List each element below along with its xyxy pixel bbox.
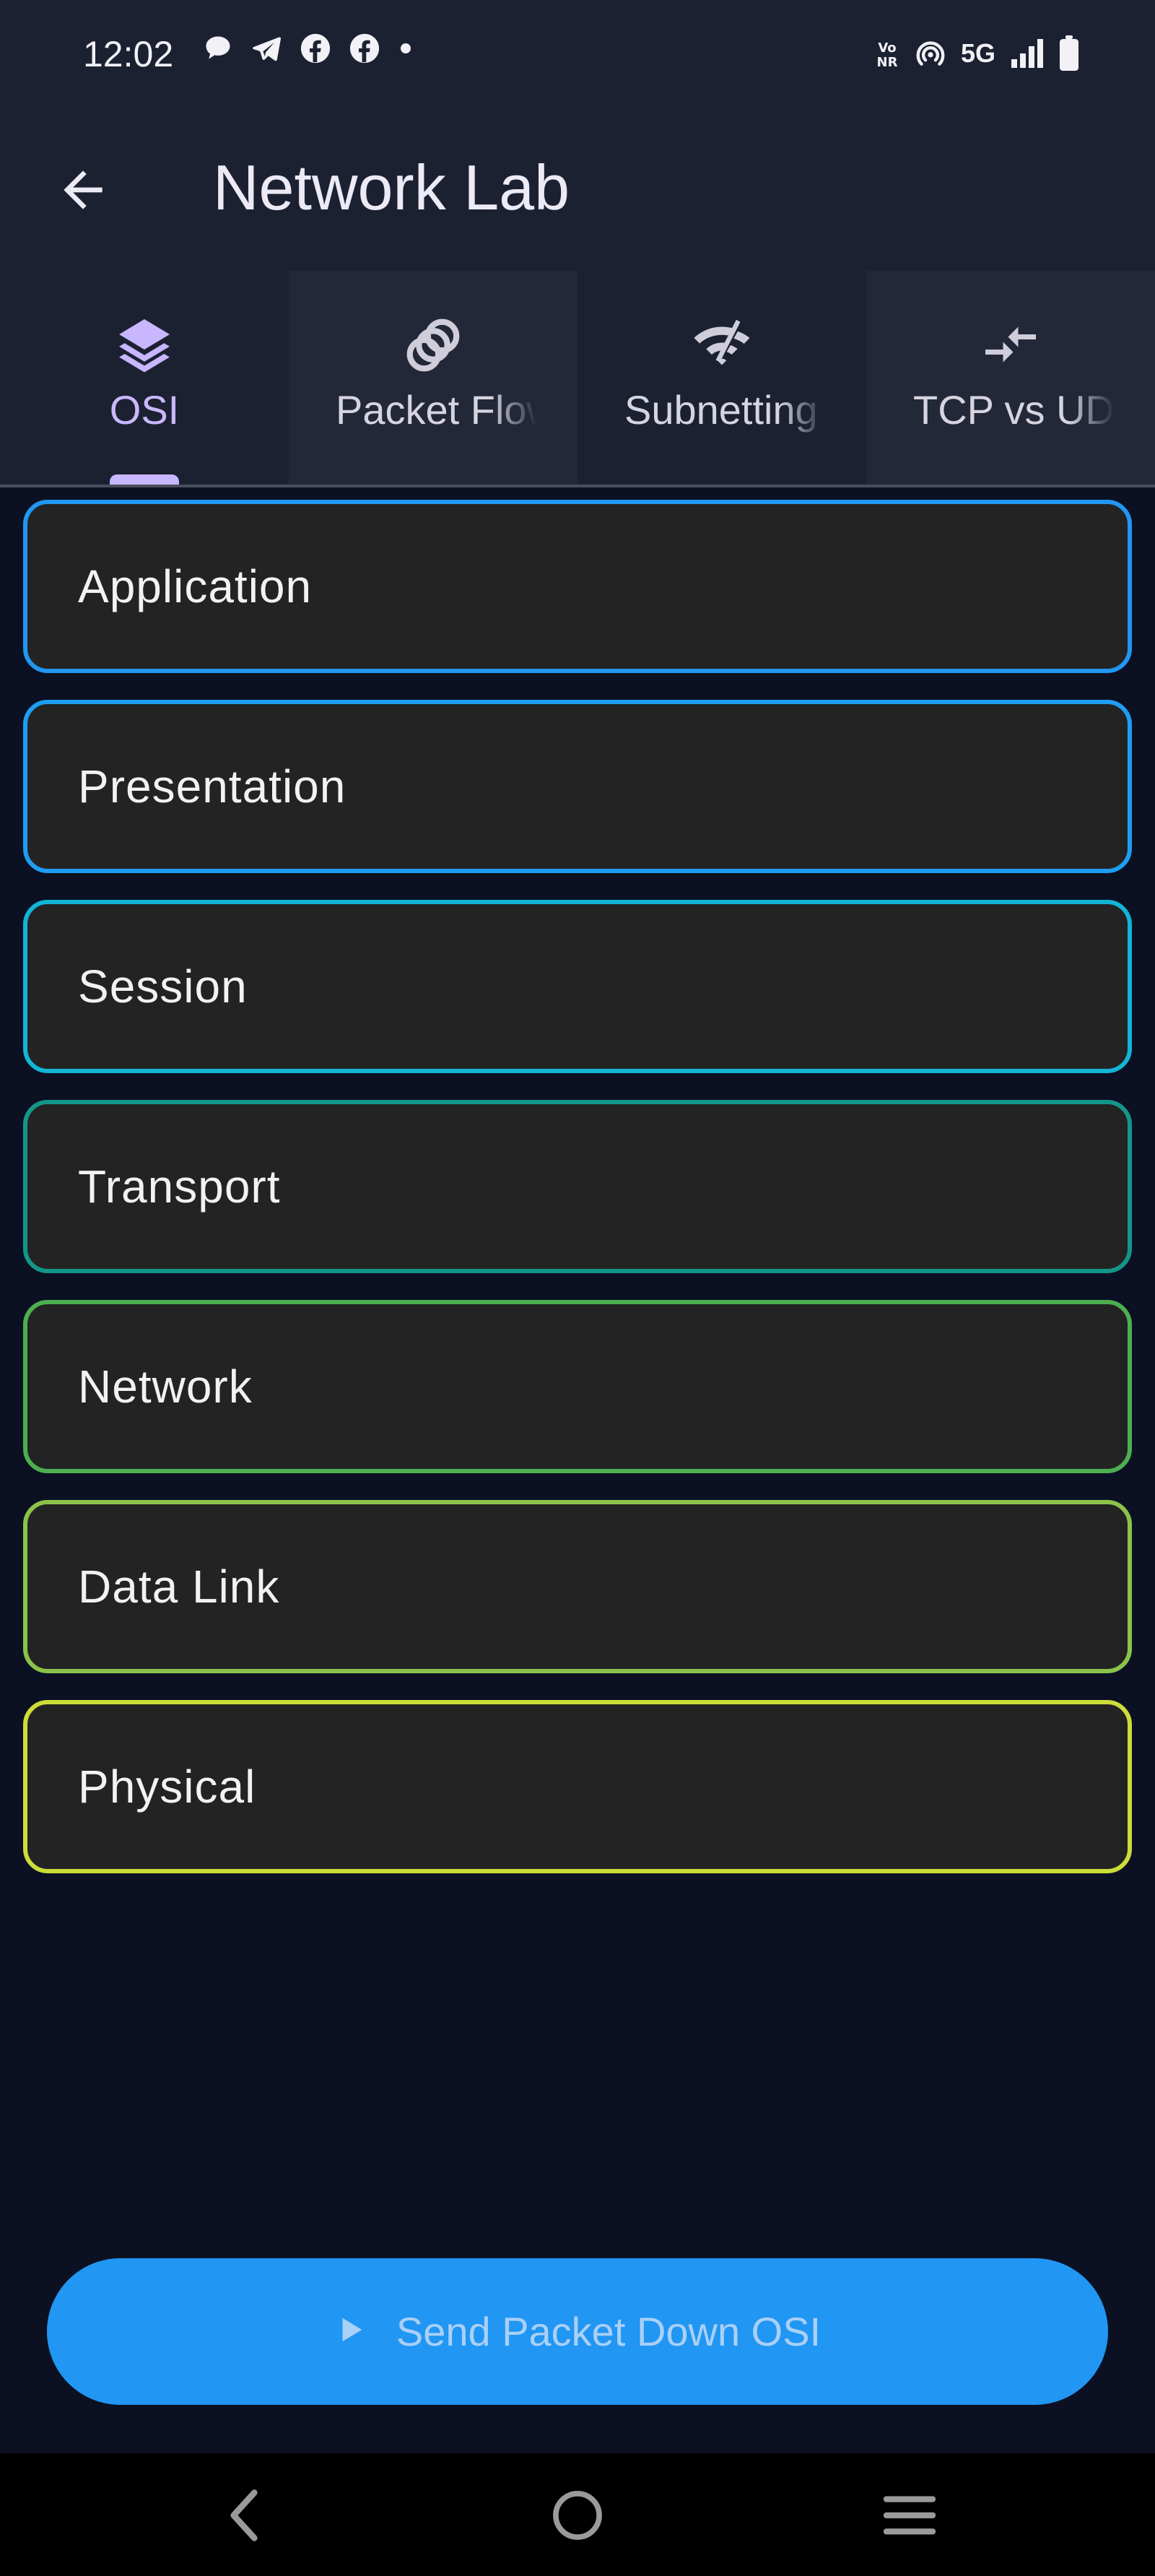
vonr-icon: Vo NR [874,38,900,69]
wifi-off-icon [578,314,866,375]
page-title: Network Lab [213,152,570,223]
status-bar: 12:02 Vo NR 5G [0,0,1155,108]
tab-bar: OSI Packet Flow Subnetting TCP vs UDP [0,271,1155,487]
tab-label: Subnetting [624,387,818,433]
layer-name: Session [78,960,248,1012]
nav-back-button[interactable] [201,2473,287,2560]
layer-name: Transport [78,1161,281,1213]
nav-menu-icon [881,2492,938,2542]
rings-icon [289,314,578,376]
tab-label: TCP vs UDP [913,387,1142,433]
network-type: 5G [960,38,995,68]
send-packet-button[interactable]: Send Packet Down OSI [47,2258,1108,2405]
dot-icon [397,40,414,57]
osi-layer-application[interactable]: Application [23,500,1132,673]
nav-home-button[interactable] [534,2473,621,2560]
layer-name: Physical [78,1761,256,1813]
nav-back-icon [219,2486,269,2548]
layer-name: Data Link [78,1561,280,1613]
chat-bubble-icon [202,32,234,64]
tab-packet-flow[interactable]: Packet Flow [289,271,578,485]
osi-layer-presentation[interactable]: Presentation [23,700,1132,873]
tab-osi[interactable]: OSI [0,271,289,485]
tab-subnetting[interactable]: Subnetting [578,271,866,485]
svg-text:Vo: Vo [878,40,896,56]
app-bar: Network Lab [0,108,1155,271]
signal-icon [1010,38,1045,69]
layer-name: Presentation [78,760,346,812]
facebook-icon [348,32,381,65]
status-time: 12:02 [83,34,174,74]
layer-name: Network [78,1361,253,1413]
tab-label: Packet Flow [336,387,556,433]
notification-icons [202,32,414,65]
tab-label: OSI [109,387,180,433]
osi-layer-session[interactable]: Session [23,900,1132,1073]
battery-icon [1059,35,1079,71]
system-status-icons: Vo NR 5G [874,32,1079,75]
compare-arrows-icon [866,314,1155,375]
nav-menu-button[interactable] [866,2473,953,2560]
layers-icon [0,314,289,375]
nav-home-icon [550,2488,605,2546]
layer-name: Application [78,560,313,612]
osi-layer-physical[interactable]: Physical [23,1700,1132,1873]
osi-layer-network[interactable]: Network [23,1300,1132,1473]
osi-layer-transport[interactable]: Transport [23,1100,1132,1273]
send-packet-label: Send Packet Down OSI [396,2308,821,2354]
arrow-left-icon [54,161,112,222]
hotspot-icon [915,38,946,69]
play-icon [334,2313,367,2350]
active-tab-indicator [110,474,179,485]
osi-layer-data-link[interactable]: Data Link [23,1500,1132,1673]
back-button[interactable] [43,152,123,231]
telegram-icon [250,32,283,65]
tab-tcp-vs-udp[interactable]: TCP vs UDP [866,271,1155,485]
svg-text:NR: NR [877,55,898,69]
system-nav-bar [0,2453,1155,2576]
facebook-icon [299,32,332,65]
